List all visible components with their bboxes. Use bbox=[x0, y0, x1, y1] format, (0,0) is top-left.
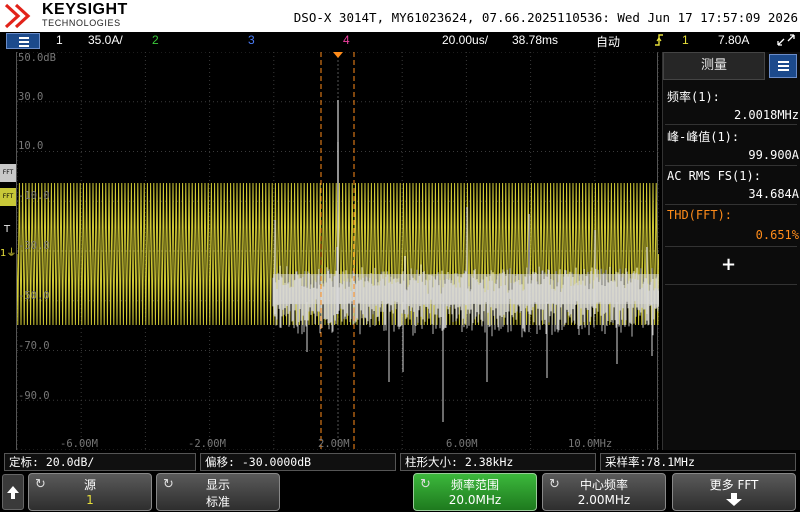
instrument-info: DSO-X 3014T, MY61023624, 07.66.202511053… bbox=[293, 10, 798, 25]
y-tick-label: 10.0 bbox=[18, 140, 44, 152]
meas-label[interactable]: THD(FFT): bbox=[667, 208, 799, 222]
x-tick-label: 10.0MHz bbox=[568, 438, 613, 450]
y-tick-label: -50.0 bbox=[18, 290, 50, 302]
fft-info-bar: 定标: 20.0dB/ 偏移: -30.0000dB 柱形大小: 2.38kHz… bbox=[0, 452, 800, 472]
back-button[interactable] bbox=[2, 474, 24, 510]
ch3-number[interactable]: 3 bbox=[248, 33, 255, 47]
softkey-value: 20.0MHz bbox=[448, 493, 502, 507]
ch1-ground-marker-icon[interactable]: 1⏚ bbox=[0, 244, 16, 259]
brand-name: KEYSIGHT bbox=[42, 1, 128, 18]
softkey-value: 2.00MHz bbox=[577, 493, 631, 507]
up-arrow-icon bbox=[7, 486, 19, 499]
softkey-more-fft[interactable]: 更多 FFT bbox=[672, 473, 796, 511]
ch1-scale[interactable]: 35.0A/ bbox=[88, 33, 123, 47]
main-menu-button[interactable] bbox=[6, 33, 40, 49]
meas-value: 0.651% bbox=[755, 228, 799, 242]
trigger-mode[interactable]: 自动 bbox=[596, 33, 620, 50]
softkey-label: 更多 FFT bbox=[709, 478, 759, 492]
fft-noise-floor-band bbox=[273, 274, 659, 304]
trigger-source[interactable]: 1 bbox=[682, 33, 689, 47]
fft-bin-size: 柱形大小: 2.38kHz bbox=[400, 453, 596, 471]
y-tick-label: -90.0 bbox=[18, 390, 50, 402]
channel-status-bar: 1 35.0A/ 2 3 4 20.00us/ 38.78ms 自动 1 7.8… bbox=[0, 32, 800, 50]
fft-reference-marker[interactable]: FFT bbox=[0, 188, 16, 206]
meas-label[interactable]: 峰-峰值(1): bbox=[667, 128, 799, 145]
measurement-panel: 测量 频率(1): 2.0018MHz 峰-峰值(1): 99.900A AC … bbox=[662, 52, 800, 450]
keysight-logo-icon bbox=[4, 3, 31, 29]
brand-subtitle: TECHNOLOGIES bbox=[42, 18, 121, 28]
down-arrow-icon bbox=[673, 493, 795, 510]
meas-value: 99.900A bbox=[748, 148, 799, 162]
y-tick-label: -10.0 bbox=[18, 190, 50, 202]
softkey-label: 频率范围 bbox=[450, 478, 499, 492]
y-tick-label: 30.0 bbox=[18, 91, 44, 103]
y-tick-label: -30.0 bbox=[18, 240, 50, 252]
softkey-source[interactable]: ↻ 源 1 bbox=[28, 473, 152, 511]
x-tick-label: -6.00M bbox=[60, 438, 98, 450]
fft-scale[interactable]: 定标: 20.0dB/ bbox=[4, 453, 196, 471]
divider bbox=[665, 204, 797, 205]
x-tick-label: 6.00M bbox=[446, 438, 478, 450]
waveform-display[interactable] bbox=[16, 52, 659, 450]
softkey-center-frequency[interactable]: ↻ 中心频率 2.00MHz bbox=[542, 473, 666, 511]
fft-offset[interactable]: 偏移: -30.0000dB bbox=[200, 453, 396, 471]
ch1-number[interactable]: 1 bbox=[56, 33, 63, 47]
ch4-number[interactable]: 4 bbox=[343, 33, 350, 47]
sample-rate: 采样率:78.1MHz bbox=[600, 453, 796, 471]
trigger-position-marker-icon bbox=[333, 52, 343, 58]
title-bar: KEYSIGHT TECHNOLOGIES DSO-X 3014T, MY610… bbox=[0, 0, 800, 32]
meas-value: 2.0018MHz bbox=[733, 108, 799, 122]
x-tick-label: -2.00M bbox=[188, 438, 226, 450]
softkey-frequency-span[interactable]: ↻ 频率范围 20.0MHz bbox=[413, 473, 537, 511]
panel-menu-icon[interactable] bbox=[769, 54, 797, 78]
softkey-value: 1 bbox=[86, 493, 94, 507]
divider bbox=[665, 165, 797, 166]
y-tick-label: 50.0dB bbox=[18, 52, 56, 64]
trigger-level-marker-icon[interactable]: T bbox=[4, 224, 10, 235]
trigger-edge-icon bbox=[654, 33, 664, 50]
x-tick-label: 2.00M bbox=[318, 438, 350, 450]
divider bbox=[665, 124, 797, 125]
tab-measurements[interactable]: 测量 bbox=[663, 52, 765, 80]
divider bbox=[665, 246, 797, 247]
timebase-scale[interactable]: 20.00us/ bbox=[442, 33, 488, 47]
add-measurement-button[interactable]: + bbox=[721, 254, 736, 275]
zoom-icon[interactable] bbox=[776, 33, 796, 50]
softkey-value: 标准 bbox=[205, 495, 230, 509]
meas-label[interactable]: AC RMS FS(1): bbox=[667, 169, 799, 183]
ch2-number[interactable]: 2 bbox=[152, 33, 159, 47]
y-tick-label: -70.0 bbox=[18, 340, 50, 352]
fft-graticule bbox=[17, 52, 659, 450]
softkey-label: 源 bbox=[83, 478, 96, 492]
softkey-bar: ↻ 源 1 ↻ 显示 标准 ↻ 频率范围 20.0MHz ↻ 中心频率 2.00… bbox=[0, 472, 800, 512]
trigger-level[interactable]: 7.80A bbox=[718, 33, 749, 47]
softkey-display[interactable]: ↻ 显示 标准 bbox=[156, 473, 280, 511]
meas-label[interactable]: 频率(1): bbox=[667, 88, 799, 105]
time-delay[interactable]: 38.78ms bbox=[512, 33, 558, 47]
softkey-label: 中心频率 bbox=[579, 478, 628, 492]
fft-reference-marker[interactable]: FFT bbox=[0, 164, 16, 182]
softkey-label: 显示 bbox=[205, 478, 230, 492]
divider bbox=[665, 284, 797, 285]
meas-value: 34.684A bbox=[748, 187, 799, 201]
